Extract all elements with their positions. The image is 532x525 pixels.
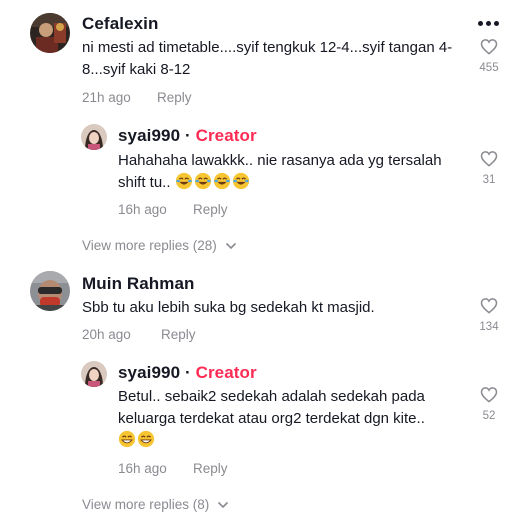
laughing-crying-emoji-icon xyxy=(232,172,249,190)
reply-username[interactable]: syai990 xyxy=(118,126,180,145)
comment-username[interactable]: Muin Rahman xyxy=(82,274,195,294)
like-count: 52 xyxy=(482,410,496,422)
comment-username[interactable]: Cefalexin xyxy=(82,14,159,34)
emoji-group xyxy=(118,430,156,449)
reply-username[interactable]: syai990 xyxy=(118,363,180,382)
laughing-crying-emoji-icon xyxy=(175,172,192,190)
creator-badge: Creator xyxy=(195,363,257,382)
like-button[interactable]: 52 xyxy=(469,386,509,422)
reply-username-line: syai990 · Creator xyxy=(118,363,257,382)
reply-button[interactable]: Reply xyxy=(193,461,228,476)
reply-timestamp: 16h ago xyxy=(118,461,167,476)
laughing-crying-emoji-icon xyxy=(213,172,230,190)
heart-icon xyxy=(480,298,498,314)
comment-text: Sbb tu aku lebih suka bg sedekah kt masj… xyxy=(82,299,375,316)
reply-text: Betul.. sebaik2 sedekah adalah sedekah p… xyxy=(118,386,463,452)
heart-icon xyxy=(480,387,498,403)
comment-timestamp: 20h ago xyxy=(82,327,131,342)
like-button[interactable]: 31 xyxy=(469,150,509,186)
grinning-emoji-icon xyxy=(137,430,155,448)
chevron-down-icon xyxy=(225,243,236,250)
like-count: 134 xyxy=(479,321,499,333)
grinning-emoji-icon xyxy=(118,430,136,448)
reply-username-line: syai990 · Creator xyxy=(118,126,257,145)
creator-badge: Creator xyxy=(195,126,257,145)
avatar[interactable] xyxy=(30,271,70,311)
comment-text: ni mesti ad timetable....syif tengkuk 12… xyxy=(82,39,453,78)
like-count: 31 xyxy=(482,174,496,186)
comment-timestamp: 21h ago xyxy=(82,90,131,105)
more-options-icon[interactable] xyxy=(478,21,500,27)
heart-icon xyxy=(480,39,498,55)
like-count: 455 xyxy=(479,62,499,74)
view-more-replies-button[interactable]: View more replies (28) xyxy=(82,238,237,253)
reply-button[interactable]: Reply xyxy=(161,327,196,342)
laughing-crying-emoji-icon xyxy=(194,172,211,190)
like-button[interactable]: 455 xyxy=(469,38,509,74)
reply-text: Hahahaha lawakkk.. nie rasanya ada yg te… xyxy=(118,152,442,191)
reply-button[interactable]: Reply xyxy=(157,90,192,105)
chevron-down-icon xyxy=(217,502,229,509)
like-button[interactable]: 134 xyxy=(469,297,509,333)
avatar[interactable] xyxy=(81,124,107,150)
reply-timestamp: 16h ago xyxy=(118,202,167,217)
avatar[interactable] xyxy=(30,13,70,53)
emoji-group xyxy=(175,172,251,191)
avatar[interactable] xyxy=(81,361,107,387)
reply-button[interactable]: Reply xyxy=(193,202,228,217)
heart-icon xyxy=(480,151,498,167)
view-more-replies-button[interactable]: View more replies (8) xyxy=(82,497,229,512)
